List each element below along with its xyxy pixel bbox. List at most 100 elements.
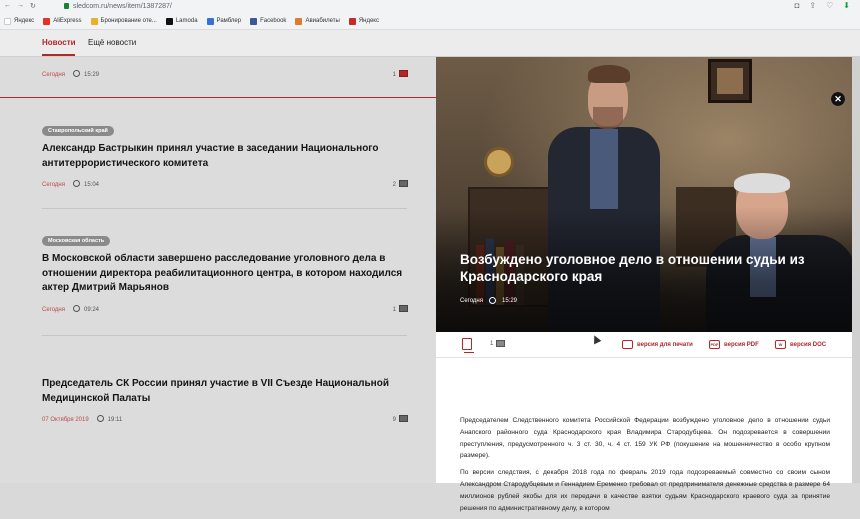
news-meta: 07 Октября 2019 19:11 9 xyxy=(42,415,412,427)
clock-icon xyxy=(489,297,496,304)
toolbar-icons: ◘ ⇪ ♡ ⬇ xyxy=(795,1,850,10)
region-tag[interactable]: Ставропольский край xyxy=(42,126,114,136)
tab-news[interactable]: Новости xyxy=(42,38,76,47)
news-item[interactable]: Ставропольский край Александр Бастрыкин … xyxy=(42,119,412,192)
images-icon xyxy=(399,180,408,187)
top-nav: Новости Ещё новости xyxy=(0,30,860,57)
close-icon: ✕ xyxy=(831,92,845,106)
article-body: Председателем Следственного комитета Рос… xyxy=(460,415,830,519)
news-meta: Сегодня 15:04 2 xyxy=(42,180,412,192)
bookmark-favicon-icon xyxy=(165,17,173,25)
news-headline[interactable]: В Московской области завершено расследов… xyxy=(42,252,412,296)
print-version-label: версия для печати xyxy=(637,341,693,348)
news-time: 19:11 xyxy=(107,417,123,423)
news-time: 15:04 xyxy=(84,182,100,188)
images-icon xyxy=(399,70,408,77)
bookmark-favicon-icon xyxy=(206,17,214,25)
doc-icon: W xyxy=(775,340,786,349)
person-shirt xyxy=(590,129,618,209)
address-bar[interactable]: sledcom.ru/news/item/1387287/ xyxy=(64,3,172,10)
image-count-value: 1 xyxy=(392,306,396,313)
article-modal: Возбуждено уголовное дело в отношении су… xyxy=(436,57,852,512)
news-item[interactable]: Председатель СК России принял участие в … xyxy=(42,372,412,427)
bookmark-label: Яндекс xyxy=(358,18,379,24)
article-toolbar: 1 версия для печати PDF версия PDF Wверси… xyxy=(436,332,852,358)
doc-version-label: версия DOC xyxy=(790,341,827,348)
bookmark-label: Яндекс xyxy=(14,18,35,24)
camera-icon[interactable]: ◘ xyxy=(795,1,800,10)
image-count: 9 xyxy=(393,415,408,423)
bookmark-item[interactable]: Lamoda xyxy=(165,17,198,25)
print-version-button[interactable]: версия для печати xyxy=(622,340,693,349)
back-icon[interactable]: ← xyxy=(4,2,11,10)
pdf-version-button[interactable]: PDF версия PDF xyxy=(709,340,759,349)
bookmark-favicon-icon xyxy=(4,17,11,25)
divider xyxy=(0,97,436,98)
images-icon xyxy=(496,340,506,347)
news-time: 15:29 xyxy=(84,72,100,78)
bookmark-item[interactable]: Яндекс xyxy=(348,17,379,25)
address-bar-row: ← → ↻ sledcom.ru/news/item/1387287/ ◘ ⇪ … xyxy=(0,0,860,12)
news-meta: Сегодня 09:24 1 xyxy=(42,304,412,317)
person-hair xyxy=(588,65,630,83)
news-date: Сегодня xyxy=(42,182,65,188)
pdf-version-label: версия PDF xyxy=(724,341,759,348)
news-date: Сегодня xyxy=(42,72,65,78)
bookmark-favicon-icon xyxy=(43,17,51,25)
close-button[interactable]: ✕ xyxy=(831,92,845,106)
news-date: Сегодня xyxy=(42,306,65,313)
article-paragraph: По версии следствия, с декабря 2018 года… xyxy=(460,469,830,512)
download-icon[interactable]: ⬇ xyxy=(843,1,850,10)
bookmark-label: Авиабилеты xyxy=(305,18,340,24)
image-count-value: 9 xyxy=(392,417,396,423)
person-hair xyxy=(734,173,790,193)
article-image-count[interactable]: 1 xyxy=(490,340,506,347)
clock-icon xyxy=(73,180,80,187)
clock-icon xyxy=(73,70,80,77)
bookmark-favicon-icon xyxy=(348,17,356,25)
doc-version-button[interactable]: Wверсия DOC xyxy=(775,340,826,349)
image-count: 2 xyxy=(393,180,408,188)
article-date: Сегодня xyxy=(460,297,483,304)
reload-icon[interactable]: ↻ xyxy=(30,2,36,10)
bookmark-favicon-icon xyxy=(295,17,303,25)
forward-icon[interactable]: → xyxy=(17,2,24,10)
bookmark-item[interactable]: Бронирование оте... xyxy=(90,17,157,25)
share-icon[interactable]: ⇪ xyxy=(809,1,816,10)
heart-icon[interactable]: ♡ xyxy=(826,1,833,10)
browser-chrome: ← → ↻ sledcom.ru/news/item/1387287/ ◘ ⇪ … xyxy=(0,0,860,30)
browser-nav: ← → ↻ xyxy=(4,2,38,10)
news-headline[interactable]: Председатель СК России принял участие в … xyxy=(42,377,412,406)
clock-icon xyxy=(73,304,80,312)
divider xyxy=(42,335,407,336)
bookmark-item[interactable]: Яндекс xyxy=(4,17,35,25)
bookmark-item[interactable]: Авиабилеты xyxy=(295,17,340,25)
bookmark-label: AliExpress xyxy=(53,18,82,24)
article-time: 15:29 xyxy=(502,297,518,304)
wall-clock xyxy=(484,147,514,177)
icon-frame-image xyxy=(717,68,743,94)
active-tab-indicator xyxy=(42,54,75,56)
bookmarks-bar: Яндекс AliExpress Бронирование оте... La… xyxy=(0,13,860,29)
document-icon[interactable] xyxy=(462,338,472,350)
image-count: 1 xyxy=(393,70,408,78)
news-list: Сегодня 15:29 1 Ставропольский край Алекс… xyxy=(0,57,436,483)
bookmark-item[interactable]: Рамблер xyxy=(206,17,241,25)
region-tag[interactable]: Московская область xyxy=(42,236,111,246)
article-paragraph: Председателем Следственного комитета Рос… xyxy=(460,417,830,460)
tab-more-news[interactable]: Ещё новости xyxy=(88,38,136,47)
image-count-value: 1 xyxy=(490,340,494,347)
clock-icon xyxy=(96,415,104,422)
pdf-icon: PDF xyxy=(709,340,720,349)
bookmark-item[interactable]: Facebook xyxy=(250,17,286,25)
image-count: 1 xyxy=(392,304,408,313)
bookmark-item[interactable]: AliExpress xyxy=(43,17,82,25)
news-headline[interactable]: Александр Бастрыкин принял участие в зас… xyxy=(42,142,412,171)
news-time: 09:24 xyxy=(84,306,100,313)
lock-icon xyxy=(64,3,69,9)
bookmark-label: Бронирование оте... xyxy=(100,18,157,24)
news-item[interactable]: Сегодня 15:29 1 xyxy=(42,61,412,82)
news-item[interactable]: Московская область В Московской области … xyxy=(42,229,412,317)
scrollbar[interactable] xyxy=(852,57,860,483)
printer-icon xyxy=(622,340,633,349)
